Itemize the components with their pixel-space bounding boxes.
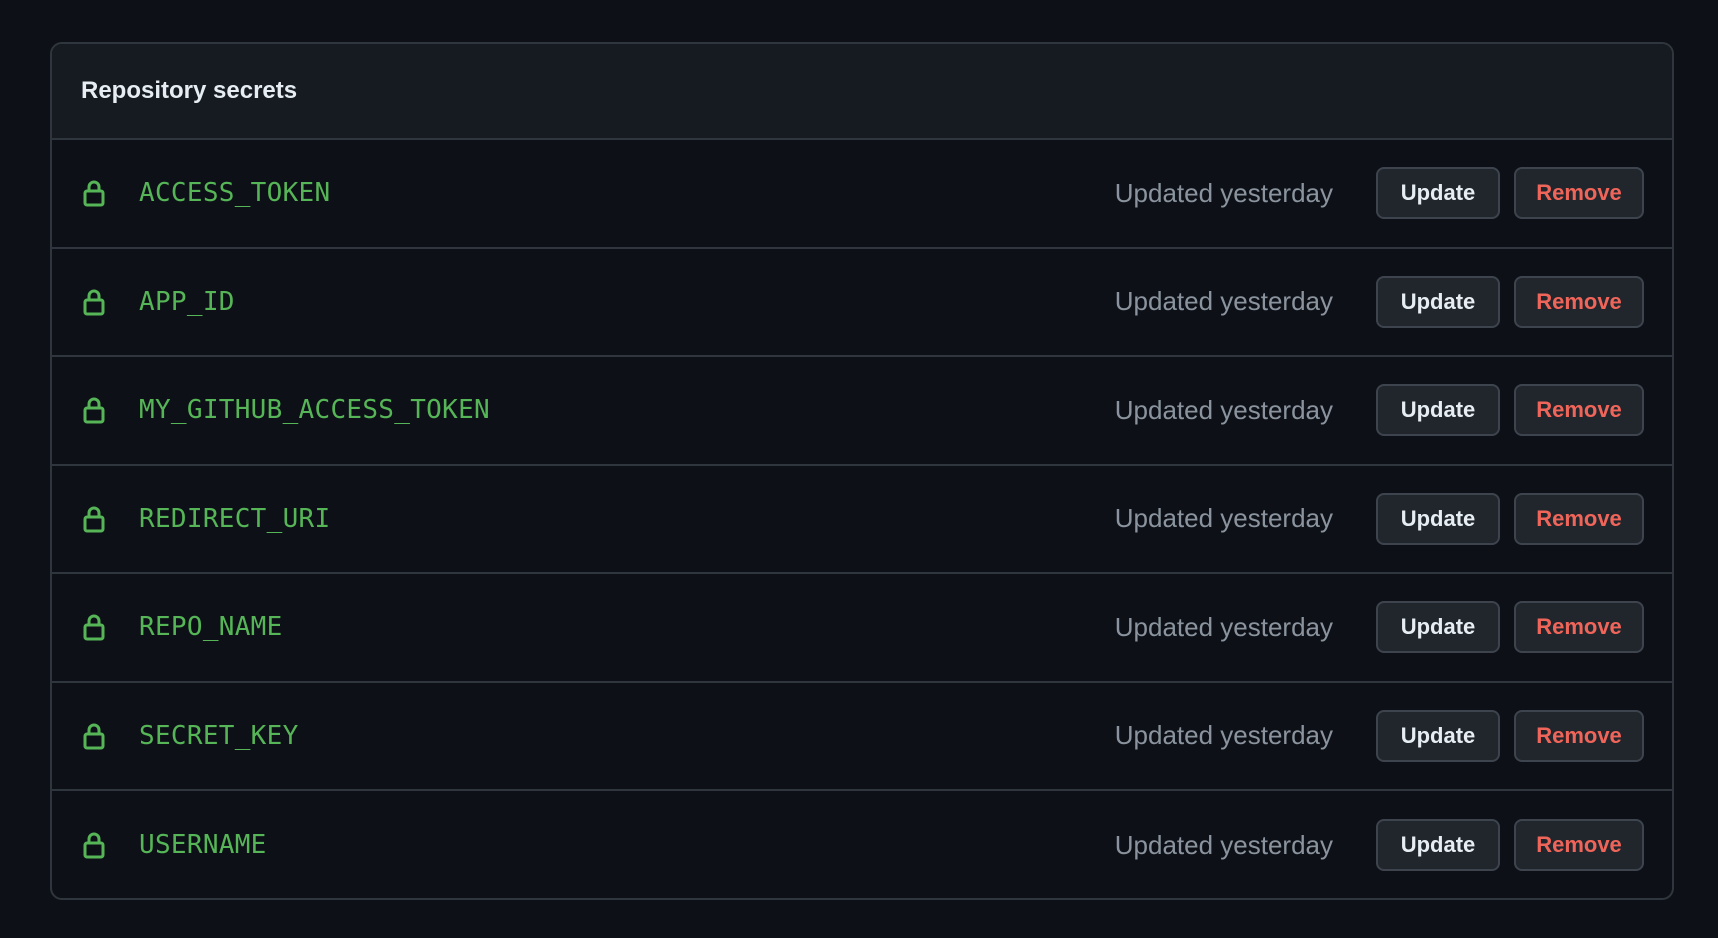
secret-row: USERNAME Updated yesterday Update Remove xyxy=(52,791,1672,898)
updated-timestamp: Updated yesterday xyxy=(1114,611,1333,642)
remove-button[interactable]: Remove xyxy=(1514,384,1644,437)
updated-timestamp: Updated yesterday xyxy=(1114,829,1333,860)
update-button[interactable]: Update xyxy=(1376,601,1500,654)
update-button[interactable]: Update xyxy=(1376,709,1500,762)
secret-name: REDIRECT_URI xyxy=(139,503,331,534)
secret-row: SECRET_KEY Updated yesterday Update Remo… xyxy=(52,683,1672,791)
remove-button[interactable]: Remove xyxy=(1514,167,1644,220)
lock-icon xyxy=(82,830,106,860)
update-button[interactable]: Update xyxy=(1376,275,1500,328)
update-button[interactable]: Update xyxy=(1376,492,1500,545)
remove-button[interactable]: Remove xyxy=(1514,709,1644,762)
panel-title: Repository secrets xyxy=(81,77,298,104)
remove-button[interactable]: Remove xyxy=(1514,492,1644,545)
lock-icon xyxy=(82,395,106,425)
remove-button[interactable]: Remove xyxy=(1514,601,1644,654)
updated-timestamp: Updated yesterday xyxy=(1114,177,1333,208)
secrets-list: ACCESS_TOKEN Updated yesterday Update Re… xyxy=(52,140,1672,898)
update-button[interactable]: Update xyxy=(1376,819,1500,872)
secret-name: APP_ID xyxy=(139,286,235,317)
lock-icon xyxy=(82,287,106,317)
secret-row: ACCESS_TOKEN Updated yesterday Update Re… xyxy=(52,140,1672,249)
update-button[interactable]: Update xyxy=(1376,384,1500,437)
repository-secrets-panel: Repository secrets ACCESS_TOKEN Updated … xyxy=(50,42,1674,900)
secret-name: REPO_NAME xyxy=(139,612,283,643)
secret-row: REPO_NAME Updated yesterday Update Remov… xyxy=(52,574,1672,683)
secret-name: ACCESS_TOKEN xyxy=(139,178,331,209)
secret-row: APP_ID Updated yesterday Update Remove xyxy=(52,249,1672,357)
update-button[interactable]: Update xyxy=(1376,167,1500,220)
secret-row: MY_GITHUB_ACCESS_TOKEN Updated yesterday… xyxy=(52,357,1672,466)
secret-name: SECRET_KEY xyxy=(139,720,299,751)
lock-icon xyxy=(82,504,106,534)
updated-timestamp: Updated yesterday xyxy=(1114,503,1333,534)
remove-button[interactable]: Remove xyxy=(1514,275,1644,328)
remove-button[interactable]: Remove xyxy=(1514,819,1644,872)
secret-name: USERNAME xyxy=(139,830,267,861)
panel-header: Repository secrets xyxy=(52,44,1672,140)
updated-timestamp: Updated yesterday xyxy=(1114,286,1333,317)
updated-timestamp: Updated yesterday xyxy=(1114,720,1333,751)
lock-icon xyxy=(82,178,106,208)
updated-timestamp: Updated yesterday xyxy=(1114,394,1333,425)
lock-icon xyxy=(82,612,106,642)
secret-name: MY_GITHUB_ACCESS_TOKEN xyxy=(139,395,490,426)
secret-row: REDIRECT_URI Updated yesterday Update Re… xyxy=(52,466,1672,574)
lock-icon xyxy=(82,721,106,751)
